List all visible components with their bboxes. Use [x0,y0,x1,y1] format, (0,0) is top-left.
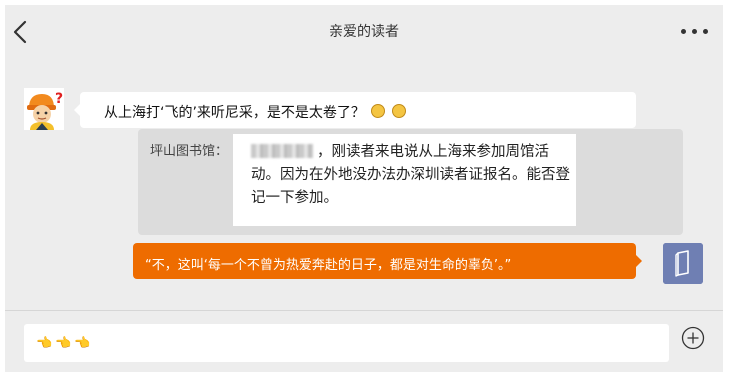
incoming-message-bubble[interactable]: 从上海打‘飞的’来听尼采，是不是太卷了？ [74,92,636,128]
quoted-message[interactable]: 坪山图书馆： ，刚读者来电说从上海来参加周馆活动。因为在外地没办法办深圳读者证报… [138,129,683,235]
blurred-name [251,144,313,158]
message-input-value: 👈👈👈 [36,336,94,351]
outgoing-message-bubble[interactable]: “不，这叫‘每一个不曾为热爱奔赴的日子，都是对生命的辜负’。” [133,243,642,279]
chat-title: 亲爱的读者 [329,24,399,40]
incoming-message: 从上海打‘飞的’来听尼采，是不是太卷了？ [104,102,406,122]
quote-content: ，刚读者来电说从上海来参加周馆活动。因为在外地没办法办深圳读者证报名。能否登记一… [233,134,576,226]
book-icon [663,243,703,284]
more-dot-icon [703,29,708,34]
library-avatar[interactable] [663,243,703,284]
svg-text:?: ? [55,91,63,107]
add-button[interactable] [681,326,705,350]
message-input[interactable]: 👈👈👈 [24,324,669,362]
grinning-emoji-icon [391,104,406,118]
plus-circle-icon [681,326,705,350]
incoming-message-text: 从上海打‘飞的’来听尼采，是不是太卷了？ [104,105,365,121]
grinning-emoji-icon [371,104,386,118]
quote-sender: 坪山图书馆： [150,144,229,159]
cartoon-avatar-icon: ? [24,88,64,130]
divider [5,310,723,311]
more-button[interactable] [681,29,711,35]
outgoing-message-text: “不，这叫‘每一个不曾为热爱奔赴的日子，都是对生命的辜负’。” [145,258,512,273]
more-dot-icon [681,29,686,34]
chat-window: 亲爱的读者 ? 从上海打‘飞的’来听尼采，是不是太卷了？ 坪山图书馆： ，刚读者… [5,5,723,372]
quote-text-block: ，刚读者来电说从上海来参加周馆活动。因为在外地没办法办深圳读者证报名。能否登记一… [251,141,571,210]
reader-avatar[interactable]: ? [24,88,64,130]
more-dot-icon [692,29,697,34]
top-bar: 亲爱的读者 [5,5,723,57]
